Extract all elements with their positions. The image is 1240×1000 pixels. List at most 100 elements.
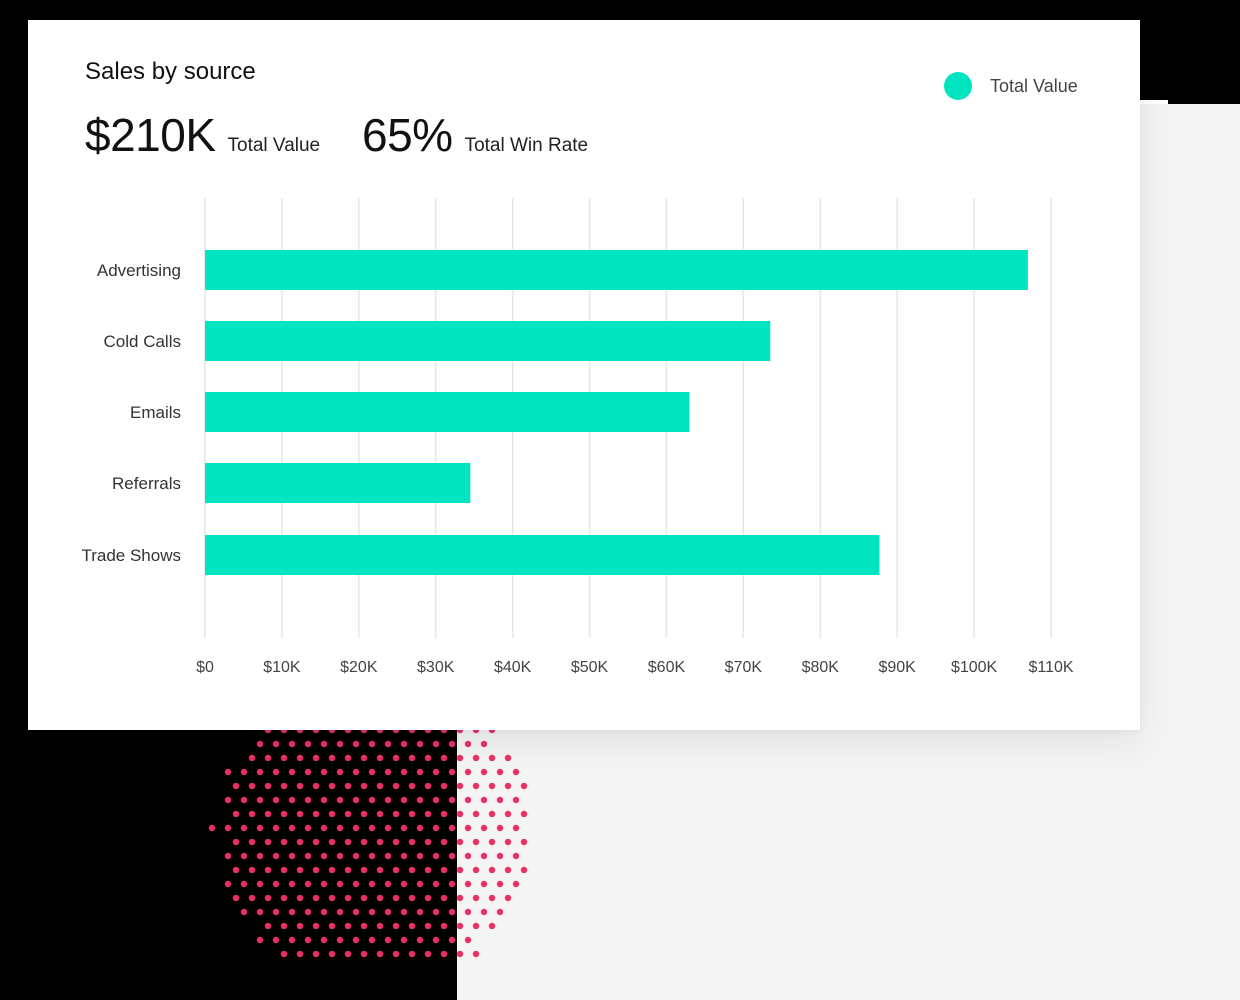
dot [432,936,440,944]
dot [448,880,456,888]
dot [448,824,456,832]
dot [240,880,248,888]
dot [336,908,344,916]
dot [240,824,248,832]
dot [352,936,360,944]
dot [424,838,432,846]
dot [280,894,288,902]
dot [240,852,248,860]
dot [464,740,472,748]
dot [480,740,488,748]
dot [416,852,424,860]
dot [320,740,328,748]
dot [248,838,256,846]
dot [400,740,408,748]
dot [368,796,376,804]
dot [352,740,360,748]
chart-card: Sales by source $210K Total Value 65% To… [28,20,1140,730]
dot [208,824,216,832]
dot [400,796,408,804]
dot [272,880,280,888]
dot [456,922,464,930]
dot [360,782,368,790]
dot [344,894,352,902]
dot [440,866,448,874]
dot [456,810,464,818]
dot [344,922,352,930]
dot [280,838,288,846]
dot [392,894,400,902]
dot [480,768,488,776]
x-tick-label: $40K [494,659,532,676]
dot [352,796,360,804]
dot [480,908,488,916]
dot [288,824,296,832]
dot [424,810,432,818]
dot [256,936,264,944]
dot [344,810,352,818]
x-tick-label: $80K [802,659,840,676]
dot [488,810,496,818]
dot [512,880,520,888]
x-tick-label: $0 [196,659,214,676]
dot [440,922,448,930]
dot [304,908,312,916]
dot [376,922,384,930]
dot [488,866,496,874]
dot [392,950,400,958]
dot [280,754,288,762]
dot [368,908,376,916]
dot [312,866,320,874]
dot [416,824,424,832]
dot [320,908,328,916]
dot [320,936,328,944]
dot [496,852,504,860]
dot [296,754,304,762]
dot [352,880,360,888]
dot [488,922,496,930]
dot [440,810,448,818]
dot [424,866,432,874]
dot [360,810,368,818]
dot [264,782,272,790]
dot [464,824,472,832]
dot [408,782,416,790]
dot [520,810,528,818]
dot [304,740,312,748]
dot [392,754,400,762]
dot [264,838,272,846]
dot [328,922,336,930]
dot [448,852,456,860]
dot [328,894,336,902]
x-tick-label: $20K [340,659,378,676]
dot [432,824,440,832]
dot [344,866,352,874]
dot [232,810,240,818]
dot [304,796,312,804]
dot [408,754,416,762]
bar-chart: $0 $10K $20K $30K $40K $50K $60K $70K $80K $90K $1… [81,198,1074,676]
dot [384,880,392,888]
dot [320,880,328,888]
dot [472,922,480,930]
dot [360,894,368,902]
dot [232,838,240,846]
x-tick-label: $60K [648,659,686,676]
dot [256,824,264,832]
dot [400,908,408,916]
dot [384,908,392,916]
category-label: Emails [130,403,181,422]
dot [232,866,240,874]
dot [456,950,464,958]
dot [248,754,256,762]
dot [496,880,504,888]
dot [272,908,280,916]
dot [464,852,472,860]
dot [248,894,256,902]
dot [488,894,496,902]
x-tick-label: $110K [1028,659,1073,676]
dot [352,768,360,776]
dot [240,908,248,916]
category-label: Referrals [112,474,181,493]
dot [432,880,440,888]
